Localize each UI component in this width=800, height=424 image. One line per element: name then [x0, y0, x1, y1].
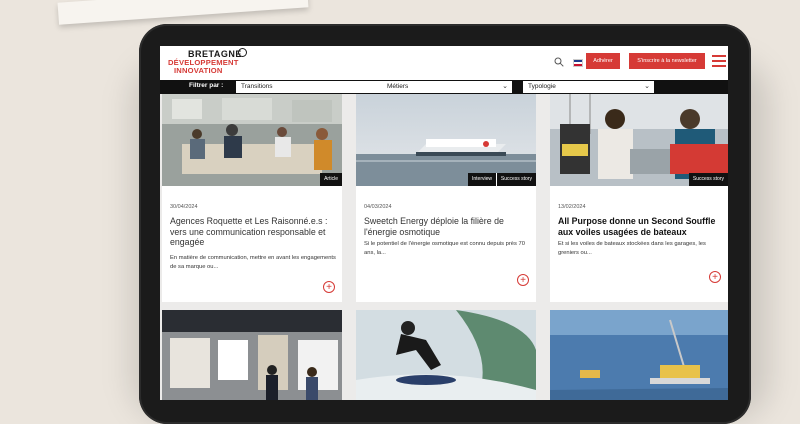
plus-icon[interactable]: +	[709, 271, 721, 283]
chevron-down-icon: ⌄	[644, 83, 650, 90]
card-excerpt: En matière de communication, mettre en a…	[170, 255, 336, 270]
site-logo[interactable]: BRETAGNE DÉVELOPPEMENT INNOVATION	[168, 48, 248, 78]
card-image-offshore-platform[interactable]	[550, 310, 728, 400]
card-image-sails-workshop[interactable]: Success story	[550, 94, 728, 186]
website-screen: BRETAGNE DÉVELOPPEMENT INNOVATION Adhére…	[160, 46, 728, 400]
newsletter-signup-button[interactable]: S'inscrire à la newsletter	[629, 53, 705, 69]
card-date: 04/03/2024	[364, 204, 392, 210]
card-image-office[interactable]: Article	[162, 94, 342, 186]
card-tag: Article	[320, 173, 342, 186]
card-tag-interview: Interview	[467, 173, 496, 186]
plus-icon[interactable]: +	[517, 274, 529, 286]
typologie-select[interactable]: Typologie ⌄	[523, 81, 654, 93]
search-icon[interactable]	[554, 57, 564, 67]
card-excerpt: Si le potentiel de l'énergie osmotique e…	[364, 241, 525, 256]
paper-note-decoration	[57, 0, 309, 25]
hamburger-menu-icon[interactable]	[712, 54, 726, 68]
article-card-6[interactable]	[550, 310, 728, 400]
article-card-1[interactable]: Article 30/04/2024 Agences Roquette et L…	[162, 94, 342, 302]
card-title[interactable]: All Purpose donne un Second Souffle aux …	[558, 216, 728, 237]
logo-registered-mark	[238, 48, 247, 57]
article-card-4[interactable]	[162, 310, 342, 400]
filter-bar: Filtrer par : Transitions ⌄ Métiers ⌄ Ty…	[160, 80, 728, 94]
card-excerpt: Et si les voiles de bateaux stockées dan…	[558, 241, 706, 256]
typologie-select-value: Typologie	[528, 83, 556, 90]
card-date: 30/04/2024	[170, 204, 198, 210]
card-tag: Success story	[688, 173, 728, 186]
transitions-select-value: Transitions	[241, 83, 273, 90]
chevron-down-icon: ⌄	[502, 83, 508, 90]
logo-line-3: INNOVATION	[174, 66, 223, 75]
metiers-select-value: Métiers	[387, 83, 409, 90]
card-image-exhibition[interactable]	[162, 310, 342, 400]
card-title[interactable]: Agences Roquette et Les Raisonné.e.s : v…	[170, 216, 342, 248]
card-image-surfer[interactable]	[356, 310, 536, 400]
metiers-select[interactable]: Métiers ⌄	[382, 81, 512, 93]
filter-label: Filtrer par :	[189, 82, 224, 89]
site-header: BRETAGNE DÉVELOPPEMENT INNOVATION Adhére…	[160, 46, 728, 80]
flag-icon[interactable]	[573, 59, 583, 67]
card-tag-success-story: Success story	[495, 173, 536, 186]
card-title[interactable]: Sweetch Energy déploie la filière de l'é…	[364, 216, 536, 237]
article-card-3[interactable]: Success story 13/02/2024 All Purpose don…	[550, 94, 728, 302]
card-image-osmotic-plant[interactable]: Interview Success story	[356, 94, 536, 186]
card-date: 13/02/2024	[558, 204, 586, 210]
article-card-2[interactable]: Interview Success story 04/03/2024 Sweet…	[356, 94, 536, 302]
article-card-5[interactable]	[356, 310, 536, 400]
adherer-button[interactable]: Adhérer	[586, 53, 620, 69]
plus-icon[interactable]: +	[323, 281, 335, 293]
